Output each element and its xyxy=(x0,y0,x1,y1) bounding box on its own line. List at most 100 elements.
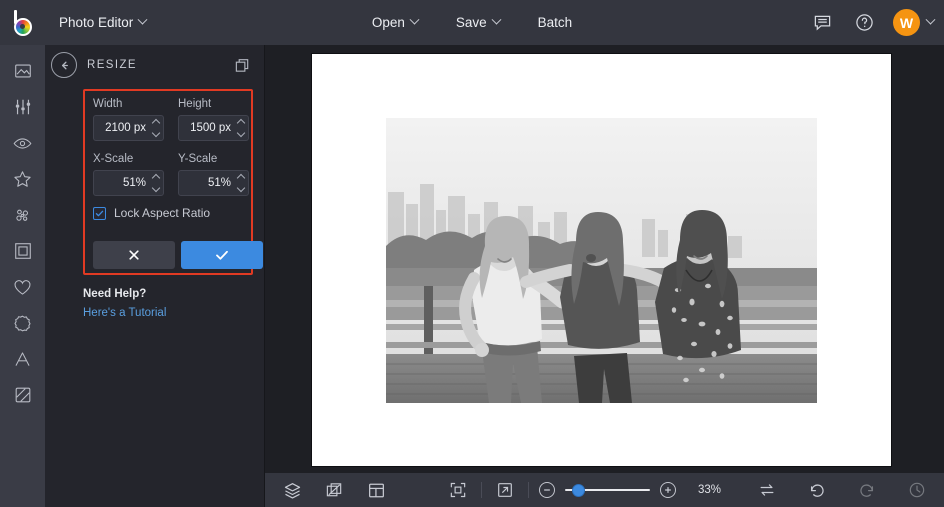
sidebar-item-graphics[interactable] xyxy=(0,305,45,341)
chevron-down-icon xyxy=(138,15,148,25)
height-field: Height xyxy=(178,98,249,141)
height-input[interactable] xyxy=(179,122,233,134)
height-spinbox[interactable] xyxy=(178,115,249,141)
width-input[interactable] xyxy=(94,122,148,134)
photo-editor-app: Photo Editor Open Save Batch xyxy=(0,0,944,507)
bottom-left-tools xyxy=(265,477,389,503)
sidebar-item-artsy[interactable] xyxy=(0,197,45,233)
lock-aspect-ratio-label: Lock Aspect Ratio xyxy=(114,206,210,220)
bottom-toolbar: 33% xyxy=(265,473,944,507)
x-scale-field: X-Scale xyxy=(93,153,164,196)
comment-icon[interactable] xyxy=(809,10,835,36)
sidebar-item-textures[interactable] xyxy=(0,377,45,413)
x-scale-spinbox[interactable] xyxy=(93,170,164,196)
sidebar-item-frames[interactable] xyxy=(0,233,45,269)
open-menu[interactable]: Open xyxy=(362,9,428,36)
chevron-down-icon xyxy=(926,15,936,25)
canvas-paper[interactable] xyxy=(312,54,891,466)
photo-svg xyxy=(386,118,817,403)
scale-fields: X-Scale Y-Scale xyxy=(93,153,249,196)
open-menu-label: Open xyxy=(372,15,405,30)
duplicate-icon[interactable] xyxy=(232,55,252,75)
undo-icon[interactable] xyxy=(804,477,830,503)
y-scale-input[interactable] xyxy=(179,177,233,189)
x-scale-label: X-Scale xyxy=(93,153,164,165)
cancel-button[interactable] xyxy=(93,241,175,269)
history-icon[interactable] xyxy=(904,477,930,503)
help-title: Need Help? xyxy=(83,288,166,300)
top-right-actions: W xyxy=(809,0,934,45)
chevron-down-icon[interactable] xyxy=(151,129,159,137)
compare-icon[interactable] xyxy=(754,477,780,503)
y-scale-spinbox[interactable] xyxy=(178,170,249,196)
batch-button[interactable]: Batch xyxy=(528,9,583,36)
sidebar-item-text[interactable] xyxy=(0,341,45,377)
app-title-menu[interactable]: Photo Editor xyxy=(49,9,156,36)
checkbox-box[interactable] xyxy=(93,207,106,220)
width-spinbox[interactable] xyxy=(93,115,164,141)
divider xyxy=(481,482,482,498)
sidebar-item-effects[interactable] xyxy=(0,161,45,197)
redo-icon[interactable] xyxy=(854,477,880,503)
sidebar-item-retouch[interactable] xyxy=(0,125,45,161)
divider xyxy=(528,482,529,498)
top-toolbar: Photo Editor Open Save Batch xyxy=(0,0,944,45)
chevron-up-icon[interactable] xyxy=(236,119,244,127)
photo-image[interactable] xyxy=(386,118,817,403)
chevron-down-icon[interactable] xyxy=(151,184,159,192)
minus-icon[interactable] xyxy=(539,482,555,498)
chevron-up-icon[interactable] xyxy=(151,174,159,182)
batch-button-label: Batch xyxy=(538,15,573,30)
fullscreen-icon[interactable] xyxy=(492,477,518,503)
color-wheel-icon xyxy=(14,18,32,36)
chevron-up-icon[interactable] xyxy=(236,174,244,182)
y-scale-stepper[interactable] xyxy=(233,171,248,195)
save-menu-label: Save xyxy=(456,15,487,30)
panel-actions xyxy=(93,241,263,269)
transparency-icon[interactable] xyxy=(321,477,347,503)
app-title-label: Photo Editor xyxy=(59,15,133,30)
lock-aspect-ratio-checkbox[interactable]: Lock Aspect Ratio xyxy=(93,206,210,220)
fit-to-screen-icon[interactable] xyxy=(445,477,471,503)
bottom-center-tools: 33% xyxy=(445,477,721,503)
chevron-down-icon xyxy=(409,15,419,25)
chevron-down-icon[interactable] xyxy=(236,129,244,137)
chevron-down-icon[interactable] xyxy=(236,184,244,192)
help-circle-icon[interactable] xyxy=(851,10,877,36)
sidebar-item-adjust[interactable] xyxy=(0,89,45,125)
tutorial-link[interactable]: Here's a Tutorial xyxy=(83,307,166,319)
x-scale-input[interactable] xyxy=(94,177,148,189)
sidebar-item-edit[interactable] xyxy=(0,53,45,89)
chevron-up-icon[interactable] xyxy=(151,119,159,127)
width-stepper[interactable] xyxy=(148,116,163,140)
y-scale-label: Y-Scale xyxy=(178,153,249,165)
page-title: RESIZE xyxy=(87,59,232,71)
save-menu[interactable]: Save xyxy=(446,9,510,36)
sidebar-item-overlays[interactable] xyxy=(0,269,45,305)
back-arrow-icon[interactable] xyxy=(51,52,77,78)
width-field: Width xyxy=(93,98,164,141)
zoom-level-label: 33% xyxy=(698,484,721,496)
canvas-area[interactable] xyxy=(265,45,944,473)
panel-header: RESIZE xyxy=(45,45,264,85)
bottom-right-tools xyxy=(754,477,930,503)
width-label: Width xyxy=(93,98,164,110)
zoom-slider[interactable] xyxy=(565,483,650,497)
layers-icon[interactable] xyxy=(279,477,305,503)
height-stepper[interactable] xyxy=(233,116,248,140)
zoom-slider-thumb[interactable] xyxy=(572,484,585,497)
y-scale-field: Y-Scale xyxy=(178,153,249,196)
chevron-down-icon xyxy=(491,15,501,25)
plus-icon[interactable] xyxy=(660,482,676,498)
user-account-menu[interactable]: W xyxy=(893,9,934,36)
resize-panel: RESIZE Width xyxy=(45,45,265,507)
apply-button[interactable] xyxy=(181,241,263,269)
left-tool-rail xyxy=(0,45,45,507)
size-fields: Width Height xyxy=(93,98,249,141)
x-scale-stepper[interactable] xyxy=(148,171,163,195)
layout-icon[interactable] xyxy=(363,477,389,503)
avatar[interactable]: W xyxy=(893,9,920,36)
help-block: Need Help? Here's a Tutorial xyxy=(83,288,166,321)
app-logo[interactable] xyxy=(0,0,45,45)
height-label: Height xyxy=(178,98,249,110)
